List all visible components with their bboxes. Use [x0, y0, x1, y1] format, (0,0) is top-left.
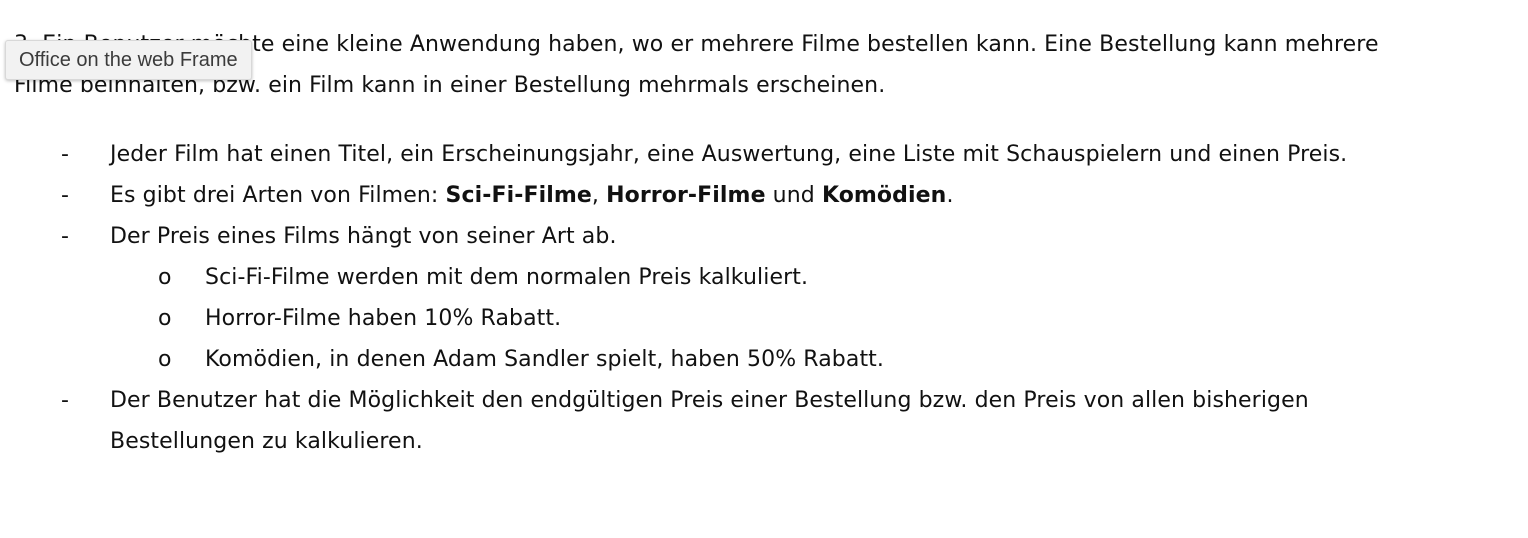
list-item-text-prefix: Es gibt drei Arten von Filmen:: [110, 183, 446, 208]
circle-bullet: o: [158, 347, 172, 372]
document-body: 3. Ein Benutzer möchte eine kleine Anwen…: [14, 24, 1514, 462]
film-type-comedy: Komödien: [821, 183, 947, 208]
frame-tooltip: Office on the web Frame: [5, 40, 252, 80]
list-item: - Es gibt drei Arten von Filmen: Sci-Fi-…: [14, 175, 1514, 216]
dash-bullet: -: [61, 388, 70, 413]
list-item-text: Jeder Film hat einen Titel, ein Erschein…: [110, 142, 1348, 167]
sub-list-item: o Sci-Fi-Filme werden mit dem normalen P…: [14, 257, 1514, 298]
circle-bullet: o: [158, 306, 172, 331]
period: .: [946, 183, 954, 208]
dash-bullet: -: [61, 224, 70, 249]
film-type-horror: Horror-Filme: [606, 183, 766, 208]
film-type-scifi: Sci-Fi-Filme: [445, 183, 592, 208]
sub-list-item-text: Horror-Filme haben 10% Rabatt.: [205, 306, 562, 331]
list-item-text-line-1: Der Benutzer hat die Möglichkeit den end…: [110, 388, 1309, 413]
separator: und: [765, 183, 822, 208]
price-rules-list: o Sci-Fi-Filme werden mit dem normalen P…: [110, 257, 1514, 380]
list-item: - Jeder Film hat einen Titel, ein Ersche…: [14, 134, 1514, 175]
sub-list-item-text: Sci-Fi-Filme werden mit dem normalen Pre…: [205, 265, 809, 290]
sub-list-item: o Komödien, in denen Adam Sandler spielt…: [14, 339, 1514, 380]
list-item: - Der Preis eines Films hängt von seiner…: [14, 216, 1514, 380]
dash-bullet: -: [61, 183, 70, 208]
dash-bullet: -: [61, 142, 70, 167]
separator: ,: [591, 183, 607, 208]
circle-bullet: o: [158, 265, 172, 290]
sub-list-item: o Horror-Filme haben 10% Rabatt.: [14, 298, 1514, 339]
list-item-text: Der Preis eines Films hängt von seiner A…: [110, 224, 617, 249]
requirements-list: - Jeder Film hat einen Titel, ein Ersche…: [14, 134, 1514, 462]
sub-list-item-text: Komödien, in denen Adam Sandler spielt, …: [205, 347, 884, 372]
list-item-text-line-2: Bestellungen zu kalkulieren.: [110, 429, 423, 454]
list-item: - Der Benutzer hat die Möglichkeit den e…: [14, 380, 1514, 462]
